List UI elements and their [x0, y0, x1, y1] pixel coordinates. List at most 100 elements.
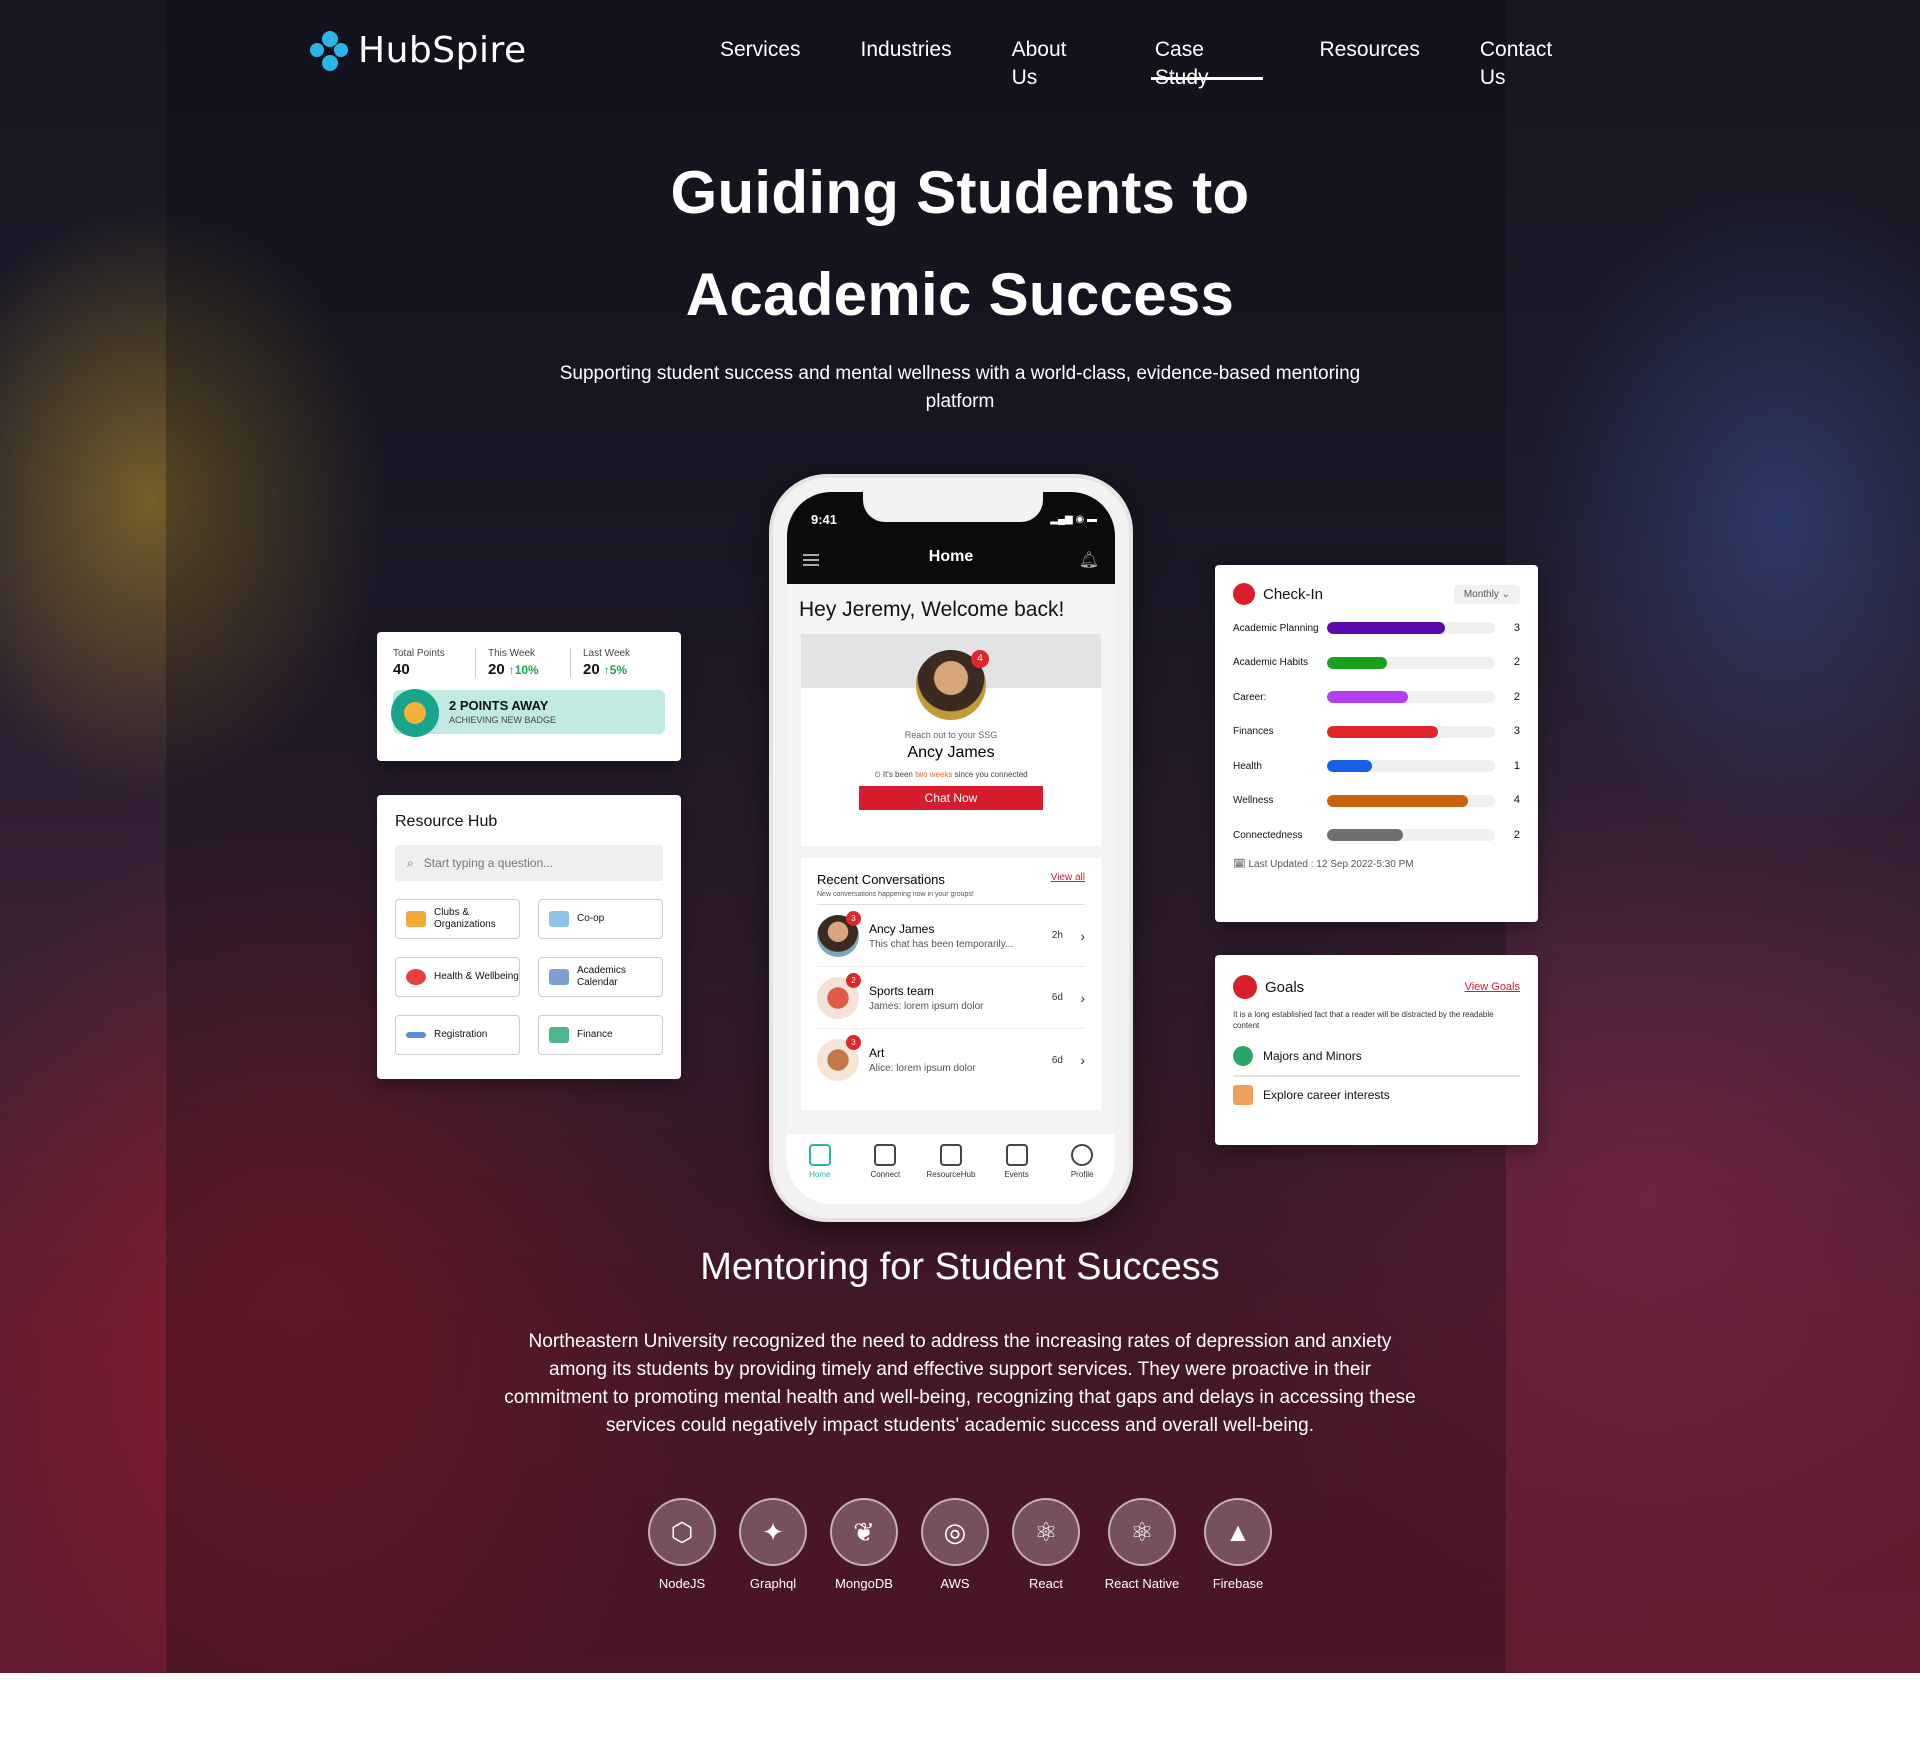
tile-health[interactable]: Health & Wellbeing — [395, 957, 520, 997]
badge-title: 2 POINTS AWAY — [449, 698, 549, 713]
brand-name: HubSpire — [358, 30, 527, 71]
conversation-name: Sports team — [869, 983, 934, 998]
avatar: 3 — [817, 1035, 861, 1081]
tile-finance[interactable]: Finance — [538, 1015, 663, 1055]
chevron-right-icon: › — [1080, 1052, 1085, 1068]
last-week-change: ↑5% — [603, 663, 628, 677]
profile-icon — [1071, 1144, 1094, 1166]
calendar-icon — [1005, 1144, 1028, 1166]
nav-about-us[interactable]: About Us — [982, 36, 1125, 89]
conversation-time: 6d — [1051, 1054, 1063, 1066]
tech-item: ▲ Firebase — [1188, 1498, 1288, 1591]
section-title: Mentoring for Student Success — [700, 1246, 1220, 1288]
chat-now-button[interactable]: Chat Now — [859, 786, 1043, 810]
logo[interactable]: HubSpire — [310, 30, 527, 71]
tech-label: AWS — [940, 1576, 970, 1591]
tech-item: ⚛ React — [996, 1498, 1096, 1591]
check-in-bar — [1327, 829, 1403, 842]
goal-item[interactable]: Majors and Minors — [1233, 1037, 1520, 1075]
points-card: Total Points 40 This Week 20 ↑10% Last Week… — [377, 632, 681, 761]
recent-title: Recent Conversations — [817, 872, 945, 887]
last-updated-text: Last Updated : 12 Sep 2022-5:30 PM — [1248, 858, 1414, 870]
mongodb-icon: ❦ — [830, 1498, 898, 1566]
tab-profile[interactable]: Profile — [1054, 1144, 1110, 1204]
check-in-row: Wellness 4 — [1233, 784, 1520, 819]
mentor-notification-badge: 4 — [971, 650, 989, 668]
tech-label: React — [1029, 1576, 1063, 1591]
check-in-bar — [1327, 622, 1445, 635]
last-week-label: Last Week — [583, 648, 631, 659]
tech-label: MongoDB — [835, 1576, 893, 1591]
tile-clubs[interactable]: Clubs & Organizations — [395, 899, 520, 939]
nav-services[interactable]: Services — [690, 36, 831, 80]
welcome-text: Hey Jeremy, Welcome back! — [799, 598, 1065, 621]
top-nav: HubSpire Services Industries About Us Ca… — [310, 26, 1610, 89]
conversation-item[interactable]: 3 Art Alice: lorem ipsum dolor 6d › — [817, 1029, 1085, 1091]
mentor-card: 4 Reach out to your SSG Ancy James ⏲ It'… — [801, 634, 1101, 846]
tab-home[interactable]: Home — [792, 1144, 848, 1204]
view-all-link[interactable]: View all — [1051, 872, 1085, 887]
tile-label: Academics Calendar — [577, 965, 626, 988]
check-in-track — [1327, 622, 1495, 635]
chevron-right-icon: › — [1080, 927, 1085, 944]
mentor-reach-text: Reach out to your SSG — [904, 730, 998, 740]
check-in-icon — [1233, 583, 1255, 605]
check-in-bar — [1327, 760, 1373, 773]
conversation-item[interactable]: 3 Ancy James This chat has been temporari… — [817, 905, 1085, 967]
main-menu: Services Industries About Us Case Study … — [690, 36, 1610, 89]
coop-icon — [549, 911, 569, 927]
recent-conversations: Recent Conversations View all New convers… — [801, 858, 1101, 1110]
tab-events[interactable]: Events — [989, 1144, 1045, 1204]
check-in-track — [1327, 725, 1495, 738]
check-in-track — [1327, 760, 1495, 773]
view-goals-link[interactable]: View Goals — [1465, 981, 1520, 993]
goals-description: It is a long established fact that a rea… — [1233, 1010, 1494, 1030]
nav-case-study[interactable]: Case Study — [1125, 36, 1290, 89]
check-in-label: Connectedness — [1233, 829, 1303, 841]
period-dropdown[interactable]: Monthly ⌄ — [1453, 584, 1520, 604]
pencil-icon — [406, 1032, 426, 1038]
tech-label: Firebase — [1212, 1576, 1264, 1591]
tile-label: Registration — [434, 1029, 488, 1040]
tab-resourcehub[interactable]: ResourceHub — [923, 1144, 979, 1204]
conversation-name: Art — [869, 1046, 885, 1060]
conversation-name: Ancy James — [869, 921, 935, 936]
check-in-value: 1 — [1513, 759, 1520, 772]
goals-title: Goals — [1265, 978, 1305, 996]
target-icon — [1233, 975, 1257, 999]
check-in-label: Wellness — [1233, 795, 1274, 807]
this-week-points: This Week 20 ↑10% — [475, 648, 570, 678]
goal-item[interactable]: Explore career interests — [1233, 1075, 1520, 1113]
recent-subtitle: New conversations happening now in your … — [817, 891, 1085, 905]
goals-card: Goals View Goals It is a long establishe… — [1215, 955, 1538, 1145]
check-in-label: Finances — [1233, 726, 1274, 738]
nav-contact-us[interactable]: Contact Us — [1450, 36, 1610, 89]
book-icon — [939, 1144, 962, 1166]
check-in-row: Finances 3 — [1233, 715, 1520, 750]
period-value: Monthly — [1463, 588, 1499, 600]
check-in-card: Check-In Monthly ⌄ Academic Planning 3 Aca… — [1215, 565, 1538, 922]
check-in-value: 3 — [1513, 621, 1520, 634]
hubspire-logo-icon — [310, 30, 350, 71]
resource-search-input[interactable]: ⌕ Start typing a question... — [395, 845, 663, 881]
tab-connect[interactable]: Connect — [857, 1144, 913, 1204]
chevron-right-icon: › — [1080, 989, 1085, 1006]
total-points: Total Points 40 — [393, 648, 475, 678]
tech-label: NodeJS — [658, 1576, 706, 1591]
tile-calendar[interactable]: Academics Calendar — [538, 957, 663, 997]
nav-resources[interactable]: Resources — [1289, 36, 1449, 80]
nav-industries[interactable]: Industries — [831, 36, 982, 80]
check-in-bar — [1327, 656, 1388, 669]
check-in-value: 4 — [1513, 794, 1520, 807]
hero-section: HubSpire Services Industries About Us Ca… — [0, 0, 1920, 1673]
check-in-value: 2 — [1513, 828, 1520, 841]
hero-title-line2: Academic Success — [685, 261, 1235, 328]
conversation-item[interactable]: 2 Sports team James: lorem ipsum dolor 6d… — [817, 967, 1085, 1029]
check-in-bar — [1327, 725, 1438, 738]
check-in-label: Academic Habits — [1233, 657, 1309, 669]
bell-icon[interactable]: 🔔︎ — [1079, 550, 1099, 570]
tile-coop[interactable]: Co-op — [538, 899, 663, 939]
tile-registration[interactable]: Registration — [395, 1015, 520, 1055]
phone-header: 9:41 ▂▄▆ ◉ ▬ Home 🔔︎ — [787, 492, 1115, 584]
badge-subtitle: ACHIEVING NEW BADGE — [449, 715, 557, 725]
